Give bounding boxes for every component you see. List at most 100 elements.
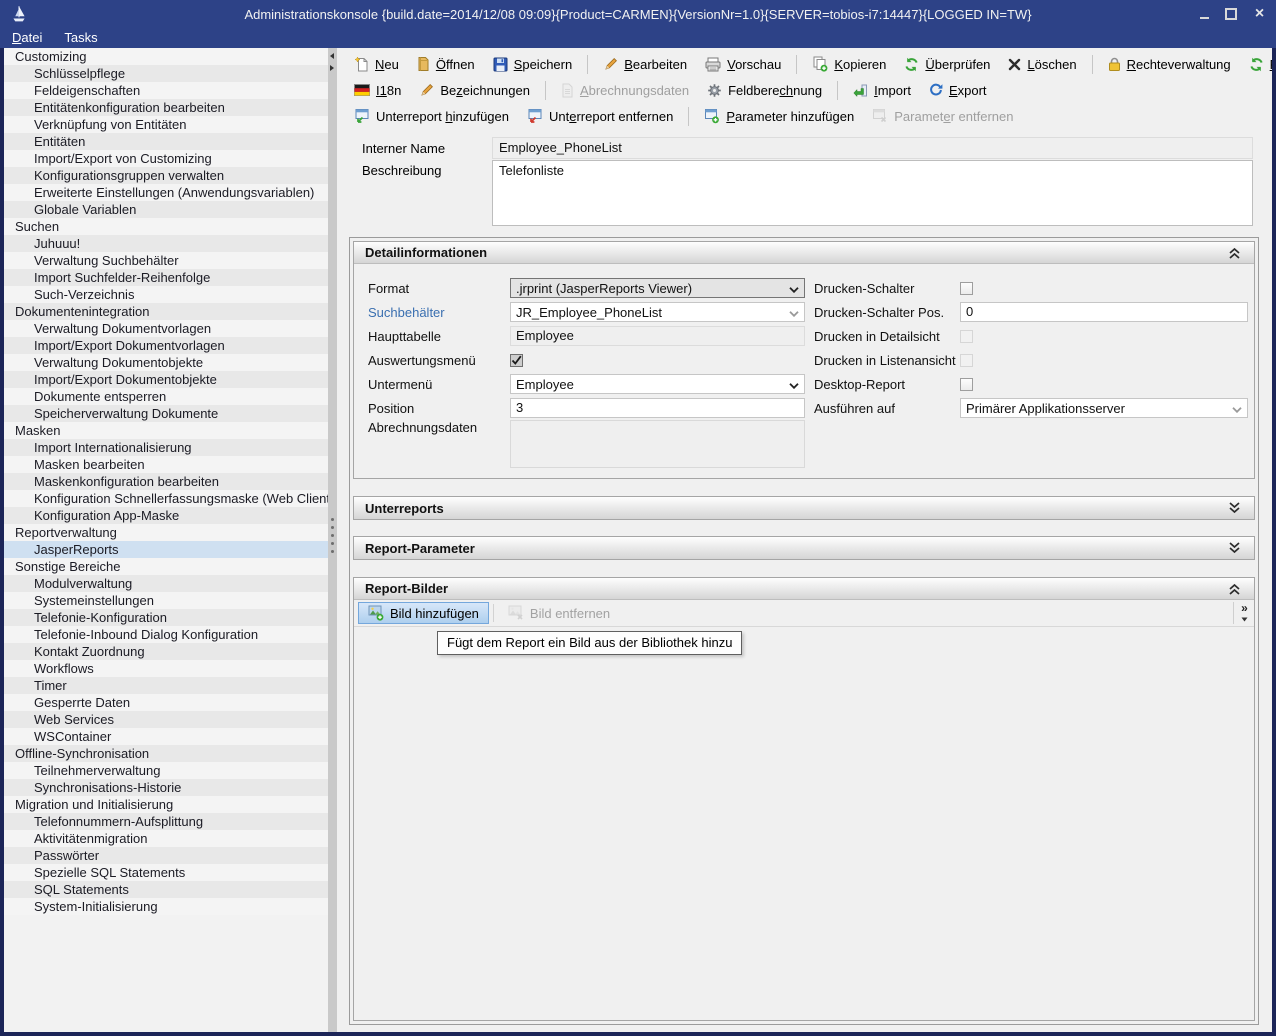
beschreibung-field[interactable]: Telefonliste: [492, 160, 1253, 226]
sidebar-item-feldeigenschaften[interactable]: Feldeigenschaften: [4, 82, 328, 99]
sidebar-item-suchen[interactable]: Suchen: [4, 218, 328, 235]
ausführen-auf-dropdown[interactable]: Primärer Applikationsserver: [960, 398, 1248, 418]
section-title: Detailinformationen: [365, 245, 487, 260]
section-header-report-parameter[interactable]: Report-Parameter: [354, 537, 1254, 559]
sidebar-item-entitäten[interactable]: Entitäten: [4, 133, 328, 150]
überprüfen-button[interactable]: Überprüfen: [895, 54, 999, 75]
section-header-unterreports[interactable]: Unterreports: [354, 497, 1254, 519]
speichern-button[interactable]: Speichern: [484, 54, 582, 75]
sidebar-item-timer[interactable]: Timer: [4, 677, 328, 694]
rechteverwaltung-button[interactable]: Rechteverwaltung: [1099, 54, 1240, 75]
section-header-detailinformationen[interactable]: Detailinformationen: [354, 242, 1254, 264]
sidebar-item-verwaltung-suchbehälter[interactable]: Verwaltung Suchbehälter: [4, 252, 328, 269]
image-remove-icon: [508, 605, 524, 621]
sidebar-item-import-export-dokumentvorlagen[interactable]: Import/Export Dokumentvorlagen: [4, 337, 328, 354]
sidebar-item-maskenkonfiguration-bearbeiten[interactable]: Maskenkonfiguration bearbeiten: [4, 473, 328, 490]
unterreport-entfernen-button[interactable]: Unterreport entfernen: [518, 105, 682, 127]
sidebar-item-offline-synchronisation[interactable]: Offline-Synchronisation: [4, 745, 328, 762]
splitter-collapse-arrows[interactable]: [329, 52, 335, 72]
sidebar-item-synchronisations-historie[interactable]: Synchronisations-Historie: [4, 779, 328, 796]
sidebar-item-juhuuu[interactable]: Juhuuu!: [4, 235, 328, 252]
sidebar-item-systemeinstellungen[interactable]: Systemeinstellungen: [4, 592, 328, 609]
section-header-report-bilder[interactable]: Report-Bilder: [354, 578, 1254, 600]
format-dropdown[interactable]: .jrprint (JasperReports Viewer): [510, 278, 805, 298]
menu-tasks[interactable]: Tasks: [64, 30, 97, 45]
sidebar-item-migration-und-initialisierung[interactable]: Migration und Initialisierung: [4, 796, 328, 813]
reparieren-button[interactable]: Reparieren: [1240, 54, 1272, 75]
sidebar-item-jasperreports[interactable]: JasperReports: [4, 541, 328, 558]
unterreport-hinzufügen-button[interactable]: Unterreport hinzufügen: [345, 105, 518, 127]
splitter-grip[interactable]: [331, 518, 334, 553]
bild-hinzufügen-button[interactable]: Bild hinzufügen: [358, 602, 489, 624]
sidebar-item-system-initialisierung[interactable]: System-Initialisierung: [4, 898, 328, 915]
parameter-hinzufügen-button[interactable]: Parameter hinzufügen: [695, 105, 863, 127]
löschen-button[interactable]: Löschen: [999, 54, 1085, 75]
sidebar-item-passwörter[interactable]: Passwörter: [4, 847, 328, 864]
i18n-button[interactable]: I18n: [345, 80, 410, 101]
sidebar-item-erweiterte-einstellungen-anwendungsvariablen[interactable]: Erweiterte Einstellungen (Anwendungsvari…: [4, 184, 328, 201]
sidebar-item-telefonie-inbound-dialog-konfiguration[interactable]: Telefonie-Inbound Dialog Konfiguration: [4, 626, 328, 643]
sidebar-item-masken-bearbeiten[interactable]: Masken bearbeiten: [4, 456, 328, 473]
sidebar-item-import-internationalisierung[interactable]: Import Internationalisierung: [4, 439, 328, 456]
sidebar-item-import-suchfelder-reihenfolge[interactable]: Import Suchfelder-Reihenfolge: [4, 269, 328, 286]
sidebar-item-kontakt-zuordnung[interactable]: Kontakt Zuordnung: [4, 643, 328, 660]
sidebar-item-reportverwaltung[interactable]: Reportverwaltung: [4, 524, 328, 541]
menu-datei[interactable]: Datei: [12, 30, 42, 45]
drucken-schalter-checkbox[interactable]: [960, 282, 973, 295]
chevron-double-up-icon[interactable]: [1228, 247, 1243, 259]
sidebar-item-verwaltung-dokumentvorlagen[interactable]: Verwaltung Dokumentvorlagen: [4, 320, 328, 337]
sidebar-item-import-export-dokumentobjekte[interactable]: Import/Export Dokumentobjekte: [4, 371, 328, 388]
sidebar-item-speicherverwaltung-dokumente[interactable]: Speicherverwaltung Dokumente: [4, 405, 328, 422]
sidebar-item-dokumentenintegration[interactable]: Dokumentenintegration: [4, 303, 328, 320]
import-button[interactable]: Import: [844, 80, 920, 101]
auswertungsmenü-checkbox[interactable]: [510, 354, 523, 367]
desktop-report-checkbox[interactable]: [960, 378, 973, 391]
sidebar-item-teilnehmerverwaltung[interactable]: Teilnehmerverwaltung: [4, 762, 328, 779]
sidebar-item-konfigurationsgruppen-verwalten[interactable]: Konfigurationsgruppen verwalten: [4, 167, 328, 184]
kopieren-button[interactable]: Kopieren: [803, 53, 895, 75]
sidebar-item-globale-variablen[interactable]: Globale Variablen: [4, 201, 328, 218]
sidebar-item-konfiguration-schnellerfassungsmaske-web-client[interactable]: Konfiguration Schnellerfassungsmaske (We…: [4, 490, 328, 507]
sidebar-item-sql-statements[interactable]: SQL Statements: [4, 881, 328, 898]
close-button[interactable]: ×: [1253, 8, 1266, 21]
sidebar-item-entitätenkonfiguration-bearbeiten[interactable]: Entitätenkonfiguration bearbeiten: [4, 99, 328, 116]
splitter[interactable]: [328, 48, 337, 1032]
sidebar-item-spezielle-sql-statements[interactable]: Spezielle SQL Statements: [4, 864, 328, 881]
feldberechnung-button[interactable]: Feldberechnung: [698, 80, 831, 101]
sidebar-item-verwaltung-dokumentobjekte[interactable]: Verwaltung Dokumentobjekte: [4, 354, 328, 371]
sidebar-item-gesperrte-daten[interactable]: Gesperrte Daten: [4, 694, 328, 711]
sidebar-item-schlüsselpflege[interactable]: Schlüsselpflege: [4, 65, 328, 82]
bearbeiten-button[interactable]: Bearbeiten: [594, 54, 696, 75]
sidebar-item-modulverwaltung[interactable]: Modulverwaltung: [4, 575, 328, 592]
chevron-double-down-icon[interactable]: [1228, 542, 1243, 554]
suchbehälter-label[interactable]: Suchbehälter: [368, 305, 510, 320]
sidebar-item-web-services[interactable]: Web Services: [4, 711, 328, 728]
neu-button[interactable]: Neu: [345, 53, 408, 75]
maximize-button[interactable]: [1225, 8, 1237, 20]
sidebar-item-customizing[interactable]: Customizing: [4, 48, 328, 65]
sidebar-item-telefonnummern-aufsplittung[interactable]: Telefonnummern-Aufsplittung: [4, 813, 328, 830]
export-button[interactable]: Export: [920, 80, 996, 101]
minimize-button[interactable]: [1200, 10, 1209, 19]
bezeichnungen-button[interactable]: Bezeichnungen: [410, 80, 539, 101]
sidebar-item-masken[interactable]: Masken: [4, 422, 328, 439]
position-input[interactable]: 3: [510, 398, 805, 418]
sidebar-item-konfiguration-app-maske[interactable]: Konfiguration App-Maske: [4, 507, 328, 524]
chevron-double-down-icon[interactable]: [1228, 502, 1243, 514]
sidebar-item-wscontainer[interactable]: WSContainer: [4, 728, 328, 745]
suchbehälter-dropdown[interactable]: JR_Employee_PhoneList: [510, 302, 805, 322]
sidebar-item-dokumente-entsperren[interactable]: Dokumente entsperren: [4, 388, 328, 405]
sidebar-item-workflows[interactable]: Workflows: [4, 660, 328, 677]
sidebar-item-verknüpfung-von-entitäten[interactable]: Verknüpfung von Entitäten: [4, 116, 328, 133]
sidebar-item-aktivitätenmigration[interactable]: Aktivitätenmigration: [4, 830, 328, 847]
sidebar-item-import-export-von-customizing[interactable]: Import/Export von Customizing: [4, 150, 328, 167]
sidebar-item-such-verzeichnis[interactable]: Such-Verzeichnis: [4, 286, 328, 303]
öffnen-button[interactable]: Öffnen: [408, 53, 484, 75]
sidebar-item-telefonie-konfiguration[interactable]: Telefonie-Konfiguration: [4, 609, 328, 626]
chevron-double-up-icon[interactable]: [1228, 583, 1243, 595]
vorschau-button[interactable]: Vorschau: [696, 54, 790, 75]
untermenü-dropdown[interactable]: Employee: [510, 374, 805, 394]
toolbar-overflow-button[interactable]: »: [1233, 602, 1252, 624]
drucken-schalter-pos-input[interactable]: 0: [960, 302, 1248, 322]
sidebar-item-sonstige-bereiche[interactable]: Sonstige Bereiche: [4, 558, 328, 575]
